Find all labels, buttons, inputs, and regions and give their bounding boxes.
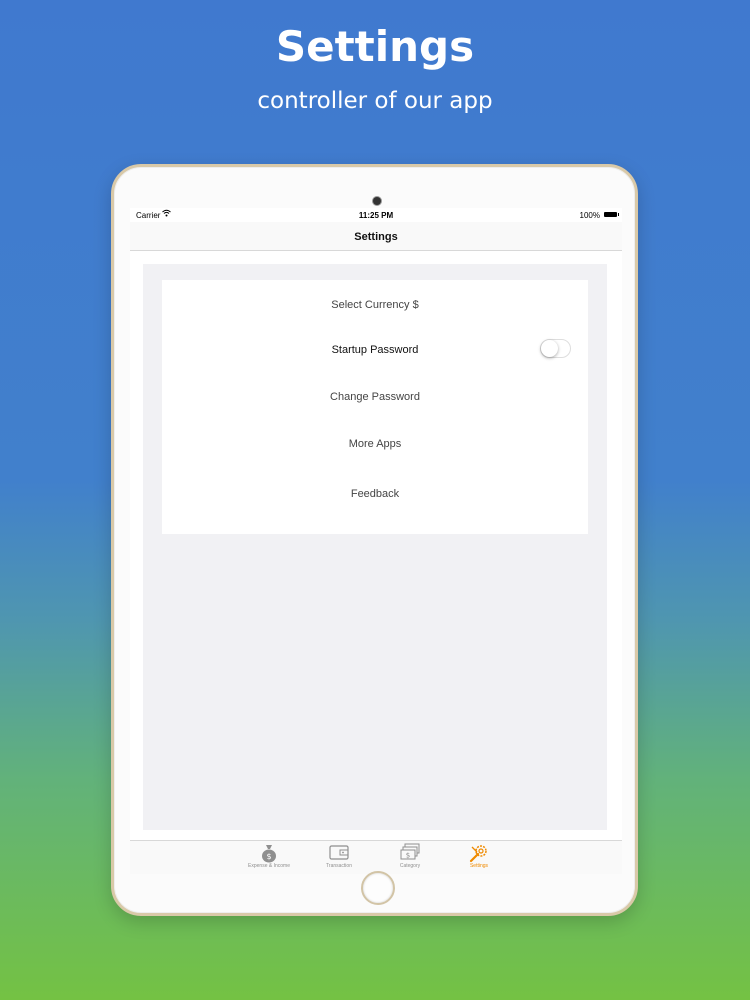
- change-password-row[interactable]: Change Password: [162, 391, 588, 403]
- home-button[interactable]: [361, 871, 395, 905]
- nav-bar: Settings: [130, 222, 622, 251]
- startup-password-toggle[interactable]: [540, 339, 571, 358]
- tab-transaction[interactable]: Transaction: [304, 843, 374, 869]
- page-title: Settings: [354, 231, 398, 243]
- promo-title: Settings: [275, 22, 475, 71]
- feedback-row[interactable]: Feedback: [162, 488, 588, 500]
- tab-expense-income[interactable]: $ Expense & Income: [234, 843, 304, 869]
- tab-label: Expense & Income: [248, 863, 290, 869]
- svg-text:$: $: [266, 852, 271, 861]
- svg-text:$: $: [406, 852, 410, 860]
- promo-subtitle: controller of our app: [257, 88, 493, 114]
- settings-list: Select Currency $ Startup Password Chang…: [162, 280, 588, 534]
- tab-bar: $ Expense & Income Transaction $ Categor…: [130, 840, 622, 874]
- wallet-icon: [304, 843, 374, 863]
- tab-settings[interactable]: Settings: [444, 843, 514, 869]
- money-bag-icon: $: [234, 843, 304, 863]
- ipad-frame: Carrier 11:25 PM 100% Settings Select Cu…: [111, 164, 638, 916]
- startup-password-label: Startup Password: [331, 344, 419, 356]
- select-currency-row[interactable]: Select Currency $: [162, 299, 588, 311]
- more-apps-row[interactable]: More Apps: [162, 438, 588, 450]
- tab-label: Category: [399, 863, 421, 869]
- status-bar: Carrier 11:25 PM 100%: [130, 208, 622, 222]
- app-screen: Carrier 11:25 PM 100% Settings Select Cu…: [130, 208, 622, 874]
- tab-label: Settings: [469, 863, 489, 869]
- battery-icon: [604, 212, 619, 217]
- category-stack-icon: $: [375, 843, 445, 863]
- settings-content: Select Currency $ Startup Password Chang…: [143, 264, 607, 830]
- status-battery-percent: 100%: [579, 211, 600, 220]
- wrench-gear-icon: [444, 843, 514, 863]
- camera-icon: [373, 197, 381, 205]
- status-time: 11:25 PM: [358, 211, 394, 220]
- tab-category[interactable]: $ Category: [375, 843, 445, 869]
- tab-label: Transaction: [326, 863, 352, 869]
- toggle-knob: [541, 340, 558, 357]
